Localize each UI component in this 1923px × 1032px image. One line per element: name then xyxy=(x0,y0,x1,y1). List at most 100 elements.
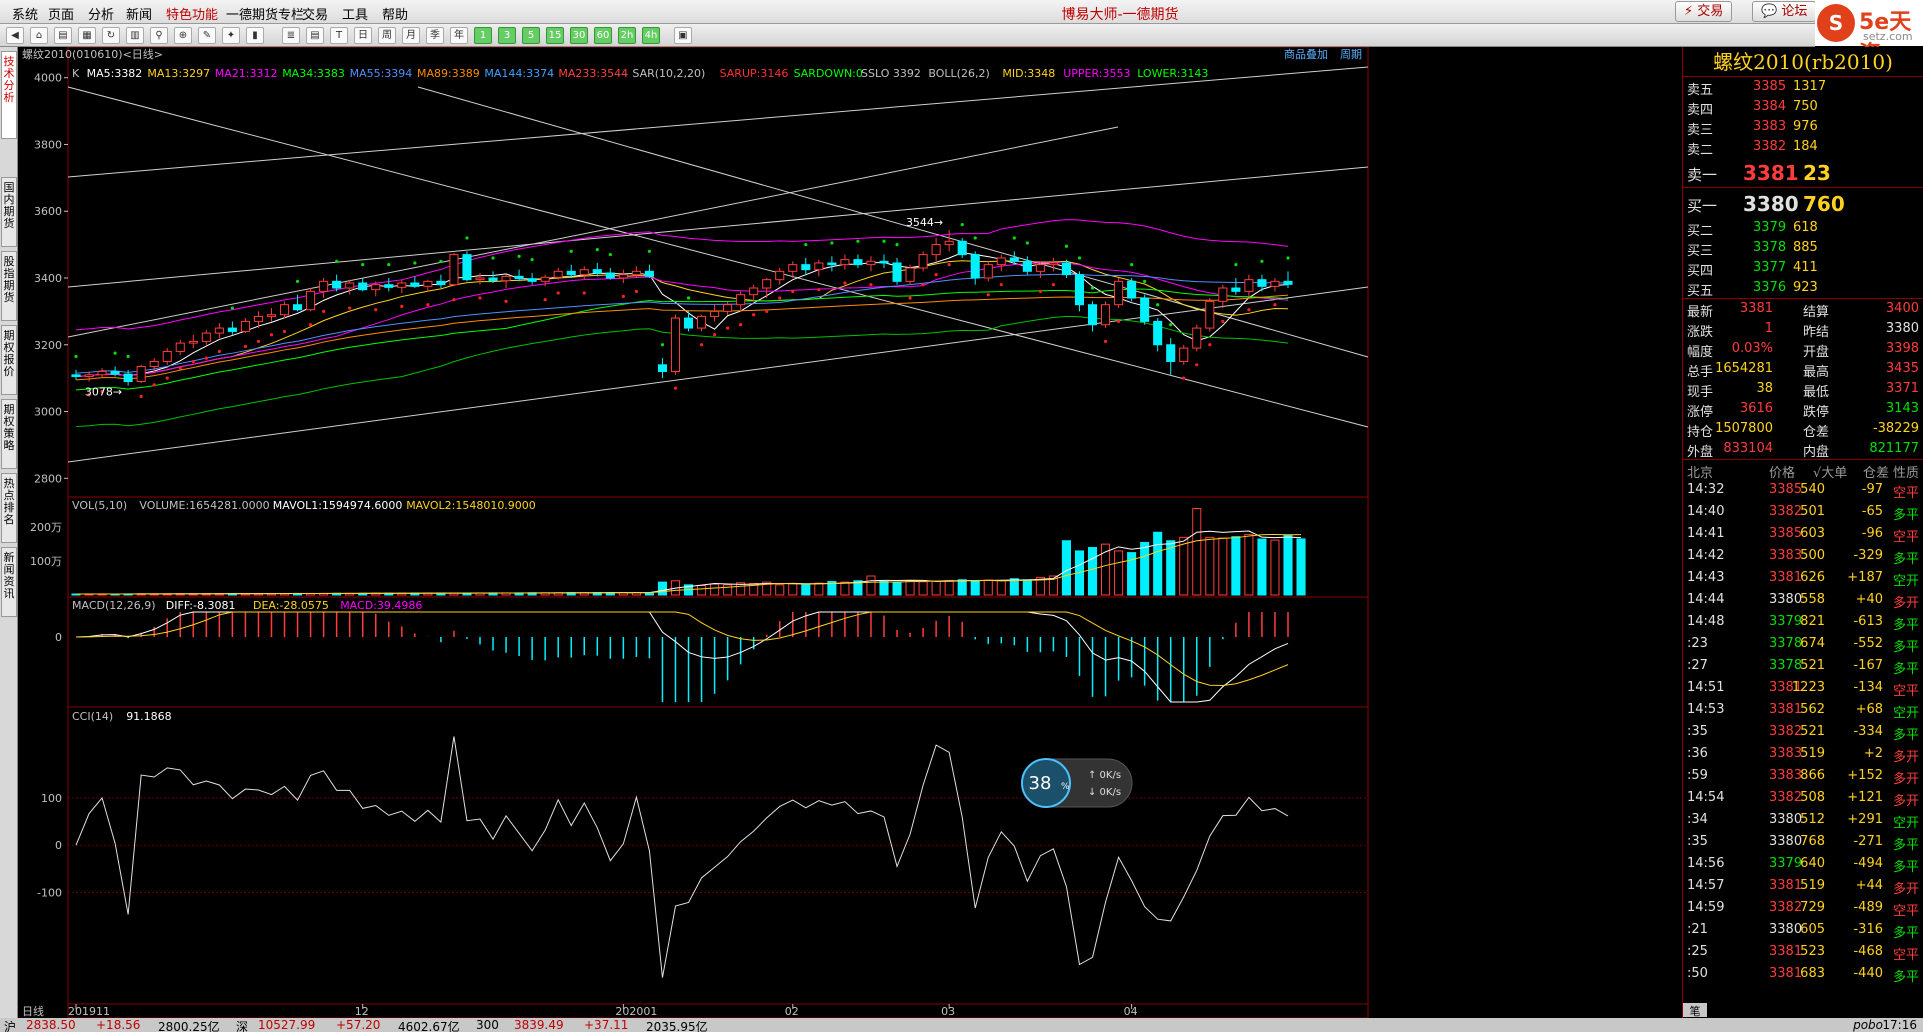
tab-option-quotes[interactable]: 期权报价 xyxy=(1,325,17,395)
sar-dot xyxy=(621,294,625,298)
menu-page[interactable]: 页面 xyxy=(48,4,74,23)
tool-icon[interactable]: ✦ xyxy=(222,27,240,44)
table-icon[interactable]: ▤ xyxy=(306,27,324,44)
menu-analysis[interactable]: 分析 xyxy=(88,4,114,23)
tick-diff: +40 xyxy=(1855,592,1883,607)
tick-diff: -613 xyxy=(1853,614,1883,629)
tick-icon[interactable]: T xyxy=(330,27,348,44)
bid-price[interactable]: 3377 xyxy=(1753,260,1786,275)
period-2h-button[interactable]: 2h xyxy=(618,27,636,44)
ask-price[interactable]: 3385 xyxy=(1753,79,1786,94)
menu-tools[interactable]: 工具 xyxy=(342,4,368,23)
tick-time: 14:54 xyxy=(1687,790,1725,805)
folder-icon[interactable]: ▤ xyxy=(54,27,72,44)
price-annotation: 3544→ xyxy=(906,216,943,229)
chart-canvas[interactable]: 螺纹2010(010610)<日线> 商品叠加 周期 K MA5:3382 MA13:32… xyxy=(18,47,1680,1018)
period-month-button[interactable]: 月 xyxy=(402,27,420,44)
menu-trade[interactable]: 交易 xyxy=(302,4,328,23)
chart-area[interactable]: 螺纹2010(010610)<日线> 商品叠加 周期 K MA5:3382 MA13:32… xyxy=(18,47,1680,1032)
period-quarter-button[interactable]: 季 xyxy=(426,27,444,44)
xtick-label: 202001 xyxy=(615,1005,657,1018)
menu-help[interactable]: 帮助 xyxy=(382,4,408,23)
ma-overlay-label: MA144:3374 xyxy=(484,67,554,80)
candle-body xyxy=(879,260,889,264)
tick-price: 3383 xyxy=(1769,548,1803,563)
brand-logo: S 5e天资 setz.com xyxy=(1815,0,1923,67)
volume-bar xyxy=(697,585,707,596)
ask-price[interactable]: 3382 xyxy=(1753,139,1786,154)
chart-icon[interactable]: ▥ xyxy=(126,27,144,44)
tab-hot-ranking[interactable]: 热点排名 xyxy=(1,473,17,543)
sar-dot xyxy=(1051,283,1056,287)
search-icon[interactable]: ⚲ xyxy=(150,27,168,44)
forum-button[interactable]: 💬 论坛 xyxy=(1752,1,1817,22)
sar-dot xyxy=(1064,244,1069,248)
tick-nature: 多平 xyxy=(1892,838,1919,853)
zoom-icon[interactable]: ⊕ xyxy=(174,27,192,44)
tab-news[interactable]: 新闻资讯 xyxy=(1,547,17,617)
tick-list[interactable]: 14:32 3385 540 -97 空平 14:40 3382 501 -65 多平 14:41 3… xyxy=(1683,479,1923,985)
sar-dot xyxy=(921,283,925,287)
list-icon[interactable]: ≣ xyxy=(282,27,300,44)
period-week-button[interactable]: 周 xyxy=(378,27,396,44)
period-30m-button[interactable]: 30 xyxy=(570,27,588,44)
tick-row: 14:56 3379 640 -494 多平 xyxy=(1683,853,1923,875)
ask-volume: 1317 xyxy=(1793,79,1827,94)
ask-price[interactable]: 3381 xyxy=(1743,161,1799,185)
sar-dot xyxy=(908,296,912,300)
cci-overlay-label: CCI(14) xyxy=(72,710,113,723)
stat-label: 结算 xyxy=(1803,305,1830,320)
ma-overlay-label: K xyxy=(72,67,80,80)
tick-volume: 866 xyxy=(1800,768,1825,783)
tab-index-futures[interactable]: 股指期货 xyxy=(1,251,17,321)
sar-dot xyxy=(139,394,143,399)
period-4h-button[interactable]: 4h xyxy=(642,27,660,44)
tab-domestic-futures[interactable]: 国内期货 xyxy=(1,177,17,247)
tick-diff: -468 xyxy=(1853,944,1883,959)
tick-row: 14:32 3385 540 -97 空平 xyxy=(1683,479,1923,501)
period-15m-button[interactable]: 15 xyxy=(546,27,564,44)
trade-button[interactable]: ⚡ 交易 xyxy=(1675,1,1733,22)
bid-price[interactable]: 3379 xyxy=(1753,220,1786,235)
quote-row: 卖二 3382 184 xyxy=(1683,137,1923,158)
tick-nature: 多平 xyxy=(1892,508,1919,523)
quote-row: 卖一 3381 23 xyxy=(1683,157,1923,187)
candle-body xyxy=(84,374,94,377)
sar-dot xyxy=(348,306,352,310)
menu-special[interactable]: 特色功能 xyxy=(166,4,218,23)
ask-price[interactable]: 3384 xyxy=(1753,99,1786,114)
menu-news[interactable]: 新闻 xyxy=(126,4,152,23)
chart-bars-icon[interactable]: ▮ xyxy=(246,27,264,44)
panel-border xyxy=(67,706,1369,1018)
calc-icon[interactable]: ▣ xyxy=(674,27,692,44)
sar-dot xyxy=(817,288,821,292)
grid-icon[interactable]: ▦ xyxy=(78,27,96,44)
bid-price[interactable]: 3378 xyxy=(1753,240,1786,255)
period-5m-button[interactable]: 5 xyxy=(522,27,540,44)
draw-icon[interactable]: ✎ xyxy=(198,27,216,44)
bid-price[interactable]: 3380 xyxy=(1743,192,1799,216)
trend-line xyxy=(67,66,1369,178)
tab-option-strategy[interactable]: 期权策略 xyxy=(1,399,17,469)
ask-price[interactable]: 3383 xyxy=(1753,119,1786,134)
tab-ticks[interactable]: 笔 xyxy=(1683,1003,1707,1018)
tick-nature: 空平 xyxy=(1892,530,1919,545)
candle-body xyxy=(71,374,81,377)
candle-body xyxy=(723,304,733,312)
home-icon[interactable]: ⌂ xyxy=(30,27,48,44)
back-icon[interactable]: ◀ xyxy=(6,27,24,44)
tick-diff: -167 xyxy=(1853,658,1883,673)
period-year-button[interactable]: 年 xyxy=(450,27,468,44)
tick-time: 14:42 xyxy=(1687,548,1725,563)
period-3m-button[interactable]: 3 xyxy=(498,27,516,44)
menu-yide-column[interactable]: 一德期货专栏 xyxy=(226,4,304,23)
candle-body xyxy=(1114,280,1124,306)
period-day-button[interactable]: 日 xyxy=(354,27,372,44)
bid-price[interactable]: 3376 xyxy=(1753,280,1786,295)
menu-system[interactable]: 系统 xyxy=(12,4,38,23)
period-1m-button[interactable]: 1 xyxy=(474,27,492,44)
period-60m-button[interactable]: 60 xyxy=(594,27,612,44)
tab-technical-analysis[interactable]: 技术分析 xyxy=(1,51,17,139)
sar-dot xyxy=(530,258,534,262)
refresh-icon[interactable]: ↻ xyxy=(102,27,120,44)
